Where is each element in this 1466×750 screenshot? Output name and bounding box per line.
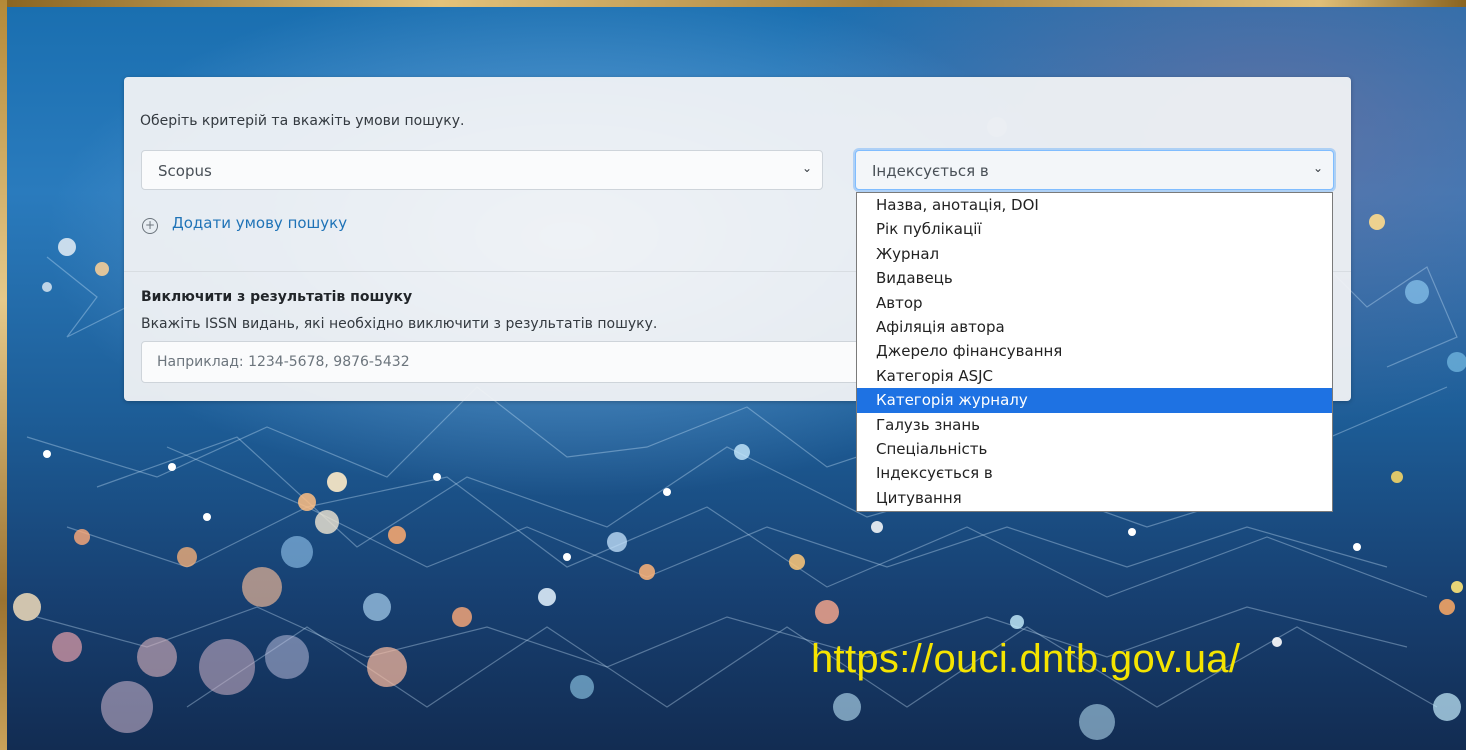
field-dropdown-list: Назва, анотація, DOI Рік публікації Журн… <box>856 192 1333 512</box>
dropdown-option[interactable]: Журнал <box>857 242 1332 266</box>
dropdown-option[interactable]: Індексується в <box>857 461 1332 485</box>
add-condition-link[interactable]: + Додати умову пошуку <box>142 214 347 234</box>
criterion-select[interactable]: Scopus ⌄ <box>141 150 823 190</box>
site-url-caption: https://ouci.dntb.gov.ua/ <box>811 637 1241 681</box>
criterion-select-value: Scopus <box>158 162 212 180</box>
dropdown-option[interactable]: Автор <box>857 291 1332 315</box>
dropdown-option[interactable]: Галузь знань <box>857 413 1332 437</box>
exclude-description: Вкажіть ISSN видань, які необхідно виклю… <box>141 316 658 332</box>
dropdown-option[interactable]: Рік публікації <box>857 217 1332 241</box>
exclude-title: Виключити з результатів пошуку <box>141 289 413 305</box>
field-select[interactable]: Індексується в ⌄ <box>855 150 1334 190</box>
chevron-down-icon: ⌄ <box>801 161 812 175</box>
gold-frame-top <box>0 0 1466 7</box>
plus-circle-icon: + <box>142 218 158 234</box>
dropdown-option[interactable]: Афіляція автора <box>857 315 1332 339</box>
dropdown-option[interactable]: Видавець <box>857 266 1332 290</box>
dropdown-option[interactable]: Спеціальність <box>857 437 1332 461</box>
gold-frame-left <box>0 0 7 750</box>
search-instruction: Оберіть критерій та вкажіть умови пошуку… <box>140 113 465 129</box>
dropdown-option[interactable]: Категорія ASJC <box>857 364 1332 388</box>
field-select-value: Індексується в <box>872 162 989 180</box>
issn-exclude-input[interactable] <box>141 341 901 383</box>
add-condition-label: Додати умову пошуку <box>172 214 348 232</box>
chevron-down-icon: ⌄ <box>1312 161 1323 175</box>
dropdown-option[interactable]: Назва, анотація, DOI <box>857 193 1332 217</box>
dropdown-option-highlighted[interactable]: Категорія журналу <box>857 388 1332 413</box>
dropdown-option[interactable]: Джерело фінансування <box>857 339 1332 363</box>
dropdown-option[interactable]: Цитування <box>857 486 1332 510</box>
